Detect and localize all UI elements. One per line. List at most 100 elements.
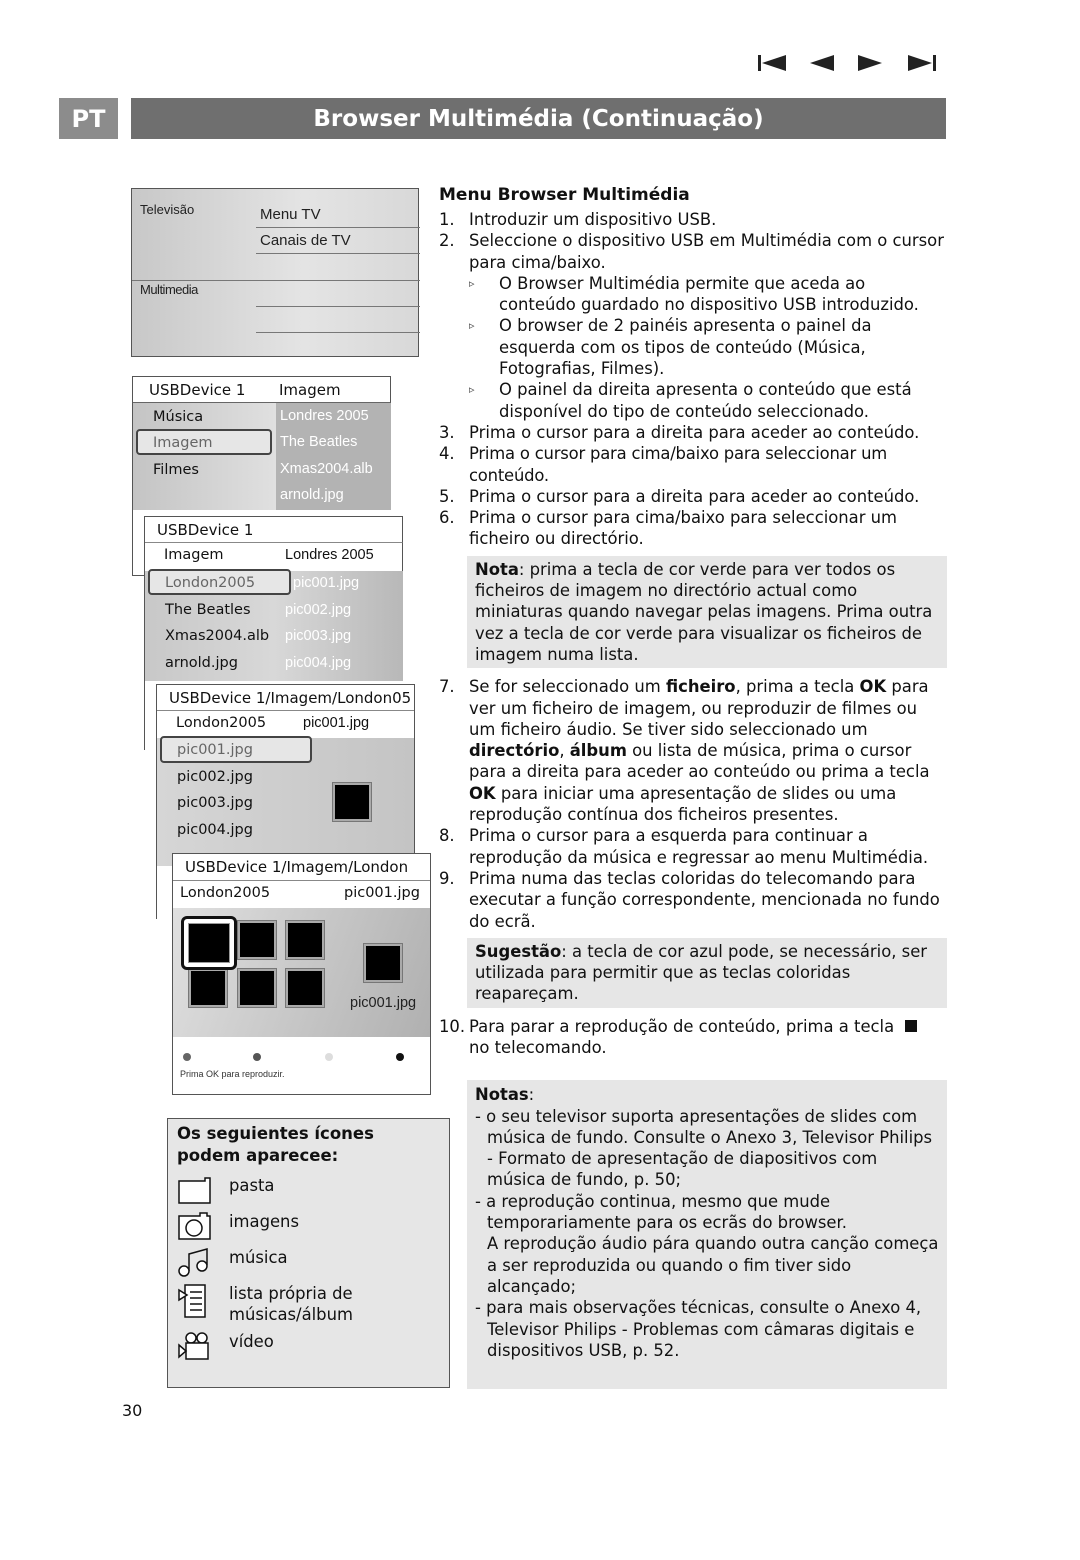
list-item[interactable]: The Beatles [280, 434, 357, 450]
color-key-yellow[interactable] [325, 1053, 333, 1061]
browser-panel-4: USBDevice 1/Imagem/London London2005 pic0… [172, 853, 431, 1095]
legend-label: lista própria de músicas/álbum [229, 1284, 353, 1324]
note-label: Nota [475, 559, 519, 579]
stop-icon [905, 1019, 918, 1032]
notes-label: Notas [475, 1085, 529, 1105]
step-text: Prima o cursor para a direita para acede… [469, 486, 920, 506]
bullet-text: O browser de 2 painéis apresenta o paine… [499, 316, 872, 379]
color-key-blue[interactable] [396, 1053, 404, 1061]
menu-item-channels[interactable]: Canais de TV [260, 232, 351, 249]
step-number: 4. [439, 444, 455, 464]
icons-legend: Os seguientes ícones podem aparecee: pas… [167, 1118, 450, 1388]
thumbnail[interactable] [285, 968, 325, 1008]
thumbnail[interactable] [188, 968, 228, 1008]
step-number: 9. [439, 868, 455, 888]
panel-header-type: Imagem [279, 381, 341, 399]
panel-header-device: USBDevice 1 [149, 381, 246, 399]
step-text: Prima o cursor para cima/baixo para sele… [469, 508, 898, 549]
list-item[interactable]: pic002.jpg [177, 769, 253, 785]
thumbnail-selected[interactable] [181, 916, 237, 970]
step-number: 2. [439, 231, 455, 251]
list-item[interactable]: arnold.jpg [280, 487, 344, 503]
list-item[interactable]: The Beatles [165, 602, 251, 618]
notes-box: Notas: - o seu televisor suporta apresen… [467, 1080, 947, 1390]
legend-title: Os seguientes ícones podem aparecee: [177, 1124, 374, 1165]
content-type-films[interactable]: Filmes [153, 462, 199, 478]
note-box: Nota: prima a tecla de cor verde para ve… [467, 555, 947, 669]
panel-header: USBDevice 1/Imagem/London05 [169, 689, 412, 707]
menu-item-tv[interactable]: Menu TV [260, 206, 321, 223]
tv-menu-panel: Televisão Multimedia Menu TV Canais de T… [131, 188, 420, 357]
menu-category-multimedia: Multimedia [140, 282, 198, 297]
list-item[interactable]: Xmas2004.alb [280, 461, 373, 477]
language-badge: PT [59, 98, 118, 139]
step-text: Prima o cursor para a direita para acede… [469, 422, 920, 442]
image-preview [332, 782, 372, 822]
legend-label: música [229, 1248, 288, 1267]
step-text: Prima numa das teclas coloridas do telec… [469, 868, 940, 931]
camera-icon [178, 1212, 211, 1240]
list-item-selected[interactable]: London2005 [165, 575, 255, 591]
color-key-red[interactable] [183, 1053, 191, 1061]
notes-item: - o seu televisor suporta apresentações … [475, 1106, 933, 1190]
panel-path-item: pic001.jpg [344, 885, 420, 901]
bullet-text: O painel da direita apresenta o conteúdo… [499, 380, 912, 421]
step-number: 3. [439, 422, 455, 442]
color-key-green[interactable] [253, 1053, 261, 1061]
list-item[interactable]: pic003.jpg [285, 628, 351, 644]
step-text: Prima o cursor para a esquerda para cont… [469, 826, 929, 867]
list-item[interactable]: pic002.jpg [285, 602, 351, 618]
panel-path-item: pic001.jpg [303, 715, 370, 731]
step-text: Seleccione o dispositivo USB em Multiméd… [469, 231, 944, 272]
music-icon [178, 1248, 208, 1277]
thumbnail[interactable] [237, 968, 277, 1008]
list-item[interactable]: arnold.jpg [165, 655, 238, 671]
panel-path: Imagem [164, 547, 224, 563]
list-item[interactable]: pic004.jpg [177, 822, 253, 838]
step-number: 10. [439, 1016, 466, 1036]
page-title: Browser Multimédia (Continuação) [131, 98, 946, 139]
main-content: Menu Browser Multimédia 1. Introduzir um … [439, 185, 947, 1397]
playlist-icon [178, 1284, 206, 1318]
skip-back-icon[interactable] [756, 52, 788, 74]
step-number: 8. [439, 826, 455, 846]
previous-icon[interactable] [808, 52, 836, 74]
panel-header: USBDevice 1/Imagem/London [185, 858, 409, 876]
list-item[interactable]: pic004.jpg [285, 655, 351, 671]
video-camera-icon [178, 1332, 209, 1360]
list-item[interactable]: Xmas2004.alb [165, 628, 269, 644]
notes-item: - a reprodução continua, mesmo que mude … [475, 1191, 847, 1233]
bullet-arrow-icon: ▹ [469, 383, 475, 397]
legend-label: imagens [229, 1212, 299, 1231]
content-type-music[interactable]: Música [153, 409, 203, 425]
list-item[interactable]: pic001.jpg [293, 575, 359, 591]
step-text: Se for seleccionado um ficheiro, prima a… [469, 677, 930, 825]
list-item[interactable]: pic003.jpg [177, 795, 253, 811]
note-text: : prima a tecla de cor verde para ver to… [475, 559, 933, 664]
legend-label: vídeo [229, 1332, 274, 1351]
image-preview [363, 943, 403, 983]
step-text: Introduzir um dispositivo USB. [469, 210, 717, 229]
step-text: Para parar a reprodução de conteúdo, pri… [469, 1016, 947, 1059]
page-number: 30 [122, 1401, 143, 1420]
step-text: Prima o cursor para cima/baixo para sele… [469, 444, 888, 485]
folder-icon [178, 1177, 211, 1204]
tip-label: Sugestão [475, 941, 562, 961]
content-type-image[interactable]: Imagem [153, 435, 213, 451]
panel-path-item: Londres 2005 [285, 547, 374, 563]
bullet-arrow-icon: ▹ [469, 276, 475, 290]
legend-label: pasta [229, 1176, 275, 1195]
step-number: 5. [439, 486, 455, 506]
preview-label: pic001.jpg [350, 995, 417, 1011]
thumbnail[interactable] [285, 920, 325, 960]
panel-header: USBDevice 1 [157, 521, 254, 539]
panel-path: London2005 [176, 715, 267, 731]
next-icon[interactable] [856, 52, 884, 74]
thumbnail[interactable] [237, 920, 277, 960]
panel-path: London2005 [180, 885, 271, 901]
menu-category-tv: Televisão [140, 202, 195, 217]
skip-forward-icon[interactable] [906, 52, 938, 74]
list-item[interactable]: Londres 2005 [280, 408, 369, 424]
list-item-selected[interactable]: pic001.jpg [177, 742, 253, 758]
section-heading: Menu Browser Multimédia [439, 185, 690, 205]
